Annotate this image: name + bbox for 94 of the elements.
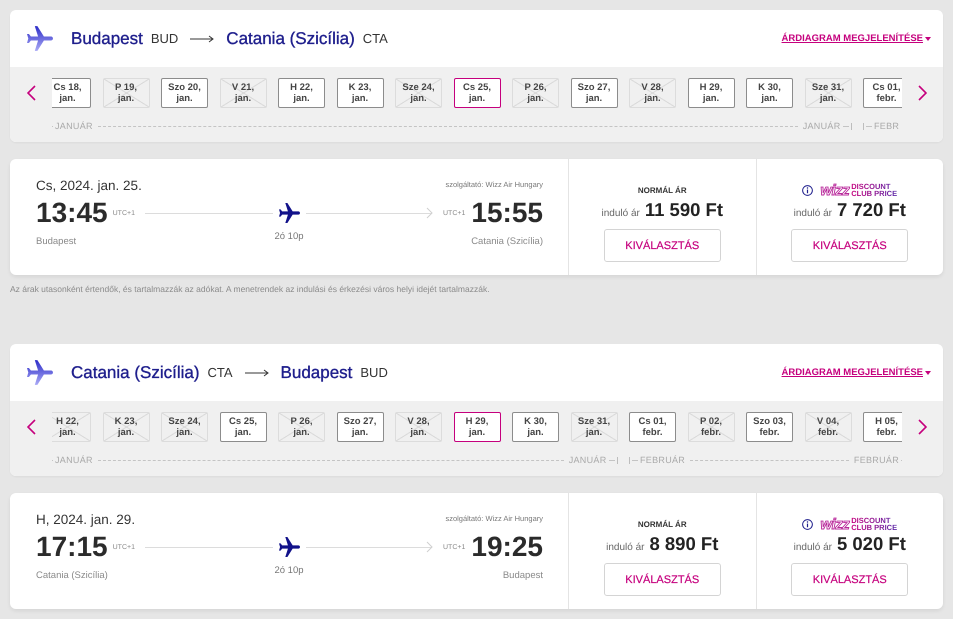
- arrow-icon: [244, 368, 269, 376]
- date-button[interactable]: P 02, febr.: [688, 412, 734, 442]
- flight-date: Cs, 2024. jan. 25.: [36, 178, 142, 192]
- info-icon[interactable]: [802, 518, 814, 530]
- departure-city: Budapest: [36, 236, 78, 248]
- date-button[interactable]: H 29, jan.: [688, 78, 734, 108]
- month-label: FEBRUÁR: [640, 455, 686, 465]
- origin-city: Budapest: [71, 28, 143, 48]
- destination-city: Budapest: [280, 362, 352, 382]
- airplane-icon: [278, 203, 300, 223]
- month-label: JANUÁR: [802, 121, 840, 131]
- date-button[interactable]: Cs 01, febr.: [863, 78, 902, 108]
- chevron-right-icon: [918, 85, 927, 101]
- arrival-city: Catania (Szicília): [470, 236, 543, 248]
- date-button[interactable]: Cs 25, jan.: [220, 412, 266, 442]
- select-button[interactable]: KIVÁLASZTÁS: [604, 563, 721, 596]
- caret-down-icon: [925, 36, 931, 40]
- date-button[interactable]: V 21, jan.: [220, 78, 266, 108]
- month-label: JANUÁR: [55, 121, 93, 131]
- date-button[interactable]: H 29, jan.: [454, 412, 500, 442]
- month-label: FEBR: [874, 121, 900, 131]
- date-button[interactable]: P 26, jan.: [512, 78, 559, 108]
- airplane-icon: [278, 537, 300, 557]
- next-button[interactable]: [918, 85, 928, 101]
- chevron-right-icon: [918, 419, 927, 435]
- previous-button[interactable]: [27, 419, 37, 435]
- date-button[interactable]: Sze 31, jan.: [570, 412, 618, 442]
- date-button[interactable]: V 28, jan.: [395, 412, 442, 442]
- date-button[interactable]: K 23, jan.: [102, 412, 150, 442]
- flight-date: H, 2024. jan. 29.: [36, 512, 136, 526]
- date-button[interactable]: Sze 24, jan.: [395, 78, 442, 108]
- date-button[interactable]: Szo 27, jan.: [570, 78, 618, 108]
- flight-duration: 2ó 10p: [274, 565, 304, 578]
- destination-code: BUD: [360, 365, 388, 380]
- date-button[interactable]: K 23, jan.: [336, 78, 384, 108]
- chevron-left-icon: [27, 419, 36, 435]
- club-logo: wizz: [820, 516, 850, 532]
- date-button[interactable]: H 22, jan.: [278, 78, 325, 108]
- info-icon[interactable]: [802, 184, 814, 196]
- price-chart-link[interactable]: ÁRDIAGRAM MEGJELENÍTÉSE: [782, 33, 931, 44]
- price-prefix: induló ár: [606, 542, 644, 553]
- arrival-time: 19:25: [471, 531, 543, 563]
- next-button[interactable]: [918, 419, 928, 435]
- date-button[interactable]: H 05, febr.: [863, 412, 902, 442]
- date-button[interactable]: K 30, jan.: [746, 78, 793, 108]
- date-button[interactable]: Szo 27, jan.: [336, 412, 384, 442]
- arrow-icon: [190, 34, 214, 42]
- select-button[interactable]: KIVÁLASZTÁS: [604, 229, 721, 262]
- select-button[interactable]: KIVÁLASZTÁS: [791, 229, 908, 262]
- airplane-icon: [27, 26, 53, 51]
- fare-price: 7 720 Ft: [836, 200, 906, 220]
- date-button[interactable]: Sze 31, jan.: [804, 78, 852, 108]
- destination-city: Catania (Szicília): [226, 28, 355, 48]
- club-logo: wizz: [820, 182, 850, 198]
- date-button[interactable]: V 28, jan.: [629, 78, 676, 108]
- origin-code: BUD: [150, 31, 178, 46]
- month-label: JANUÁR: [568, 455, 606, 465]
- date-button[interactable]: Cs 25, jan.: [454, 78, 500, 108]
- flight-duration: 2ó 10p: [274, 231, 304, 244]
- price-prefix: induló ár: [794, 542, 832, 553]
- date-button[interactable]: Cs 01, febr.: [629, 412, 676, 442]
- month-label: JANUÁR: [55, 455, 93, 465]
- fare-price: 5 020 Ft: [836, 534, 906, 554]
- airplane-icon: [27, 360, 53, 385]
- fare-price: 8 890 Ft: [649, 534, 718, 554]
- arrival-time: 15:55: [471, 197, 543, 229]
- arrival-city: Budapest: [502, 570, 543, 582]
- date-button[interactable]: Cs 18, jan.: [52, 78, 91, 108]
- price-prefix: induló ár: [601, 208, 640, 219]
- fare-price: 11 590 Ft: [644, 200, 724, 220]
- date-button[interactable]: H 22, jan.: [52, 412, 91, 442]
- origin-city: Catania (Szicília): [71, 362, 200, 382]
- departure-time: 13:45: [36, 197, 108, 229]
- date-button[interactable]: Sze 24, jan.: [161, 412, 208, 442]
- price-chart-link[interactable]: ÁRDIAGRAM MEGJELENÍTÉSE: [782, 367, 931, 378]
- disclaimer-text: Az árak utasonként értendők, és tartalmazzák az adókat. A menetrendek az indulási és érkezési város helyi idejét tartalmazzák.: [10, 283, 491, 295]
- fare-title: NORMÁL ÁR: [638, 520, 687, 528]
- departure-time: 17:15: [36, 531, 108, 563]
- select-button[interactable]: KIVÁLASZTÁS: [791, 563, 908, 596]
- origin-code: CTA: [208, 365, 233, 380]
- departure-city: Catania (Szicília): [36, 570, 109, 582]
- caret-down-icon: [925, 370, 931, 374]
- date-button[interactable]: Szo 03, febr.: [746, 412, 793, 442]
- chevron-left-icon: [27, 85, 36, 101]
- date-button[interactable]: V 04, febr.: [804, 412, 852, 442]
- previous-button[interactable]: [27, 85, 37, 101]
- date-button[interactable]: K 30, jan.: [512, 412, 559, 442]
- destination-code: CTA: [362, 31, 388, 46]
- date-button[interactable]: P 26, jan.: [278, 412, 325, 442]
- fare-title: NORMÁL ÁR: [638, 186, 687, 194]
- date-button[interactable]: P 19, jan.: [102, 78, 150, 108]
- date-button[interactable]: Szo 20, jan.: [161, 78, 208, 108]
- price-prefix: induló ár: [794, 208, 832, 219]
- month-label: FEBRUÁR: [854, 455, 899, 465]
